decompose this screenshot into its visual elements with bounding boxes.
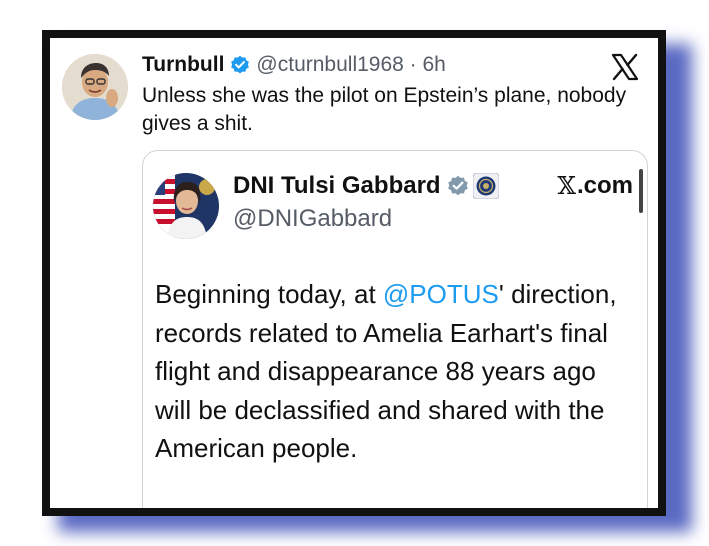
mention-link[interactable]: @POTUS [383, 279, 499, 309]
site-label[interactable]: 𝕏 .com [557, 169, 633, 203]
quoted-author-handle[interactable]: @DNIGabbard [233, 205, 392, 233]
author-handle-time[interactable]: @cturnbull1968 · 6h [256, 53, 445, 77]
body-prefix: Beginning today, at [155, 279, 383, 309]
quoted-author-name[interactable]: DNI Tulsi Gabbard [233, 172, 441, 200]
gray-verified-badge-icon [447, 175, 469, 197]
quoted-tweet[interactable]: DNI Tulsi Gabbard � [142, 150, 648, 508]
tweet-text: Unless she was the pilot on Epstein’s pl… [142, 84, 627, 135]
quoted-author-name-row: DNI Tulsi Gabbard [233, 169, 500, 203]
x-domain-icon: 𝕏 [557, 172, 576, 200]
verified-badge-icon [230, 55, 250, 75]
quoted-author-avatar[interactable] [153, 173, 219, 239]
site-domain: .com [576, 172, 633, 199]
author-avatar[interactable] [62, 54, 128, 120]
scrollbar-thumb[interactable] [639, 169, 643, 213]
x-logo-icon[interactable] [610, 52, 640, 82]
tweet-header: Turnbull @cturnbull1968 · 6h [142, 50, 446, 80]
dni-seal-icon [472, 172, 500, 200]
author-name[interactable]: Turnbull [142, 53, 224, 77]
tweet-card: Turnbull @cturnbull1968 · 6h Unless she … [50, 38, 658, 508]
quoted-tweet-body: Beginning today, at @POTUS' direction, r… [155, 275, 635, 468]
screenshot-frame: Turnbull @cturnbull1968 · 6h Unless she … [42, 30, 666, 516]
